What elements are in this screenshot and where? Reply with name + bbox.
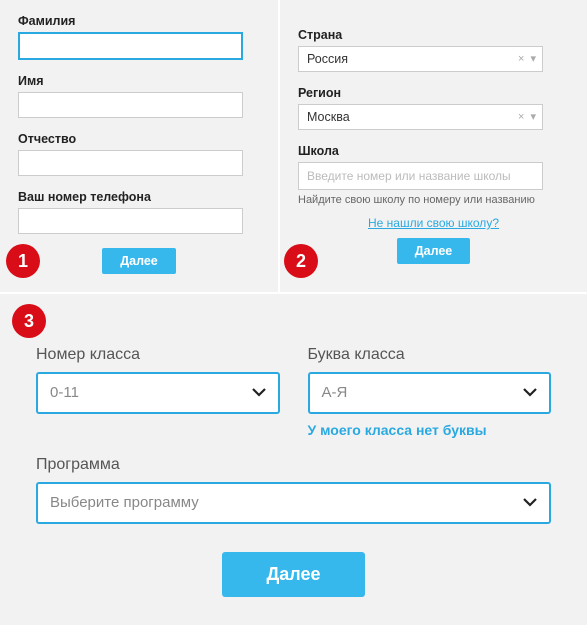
surname-label: Фамилия	[18, 14, 260, 28]
name-label: Имя	[18, 74, 260, 88]
step2-panel: Страна Россия × ▾ Регион Москва × ▾ Школ…	[280, 0, 587, 292]
step2-badge: 2	[284, 244, 318, 278]
clear-icon[interactable]: ×	[518, 105, 524, 129]
program-select[interactable]: Выберите программу	[36, 482, 551, 524]
phone-label: Ваш номер телефона	[18, 190, 260, 204]
chevron-down-icon	[523, 374, 537, 412]
step3-next-button[interactable]: Далее	[222, 552, 364, 597]
country-select[interactable]: Россия × ▾	[298, 46, 543, 72]
class-letter-select[interactable]: А-Я	[308, 372, 552, 414]
region-select[interactable]: Москва × ▾	[298, 104, 543, 130]
country-value: Россия	[307, 52, 348, 66]
program-value: Выберите программу	[50, 494, 199, 511]
country-label: Страна	[298, 28, 569, 42]
patronymic-label: Отчество	[18, 132, 260, 146]
region-value: Москва	[307, 110, 350, 124]
school-label: Школа	[298, 144, 569, 158]
region-label: Регион	[298, 86, 569, 100]
program-label: Программа	[36, 456, 551, 474]
step1-badge: 1	[6, 244, 40, 278]
name-input[interactable]	[18, 92, 243, 118]
school-input[interactable]	[298, 162, 543, 190]
school-not-found-link[interactable]: Не нашли свою школу?	[298, 216, 569, 230]
school-hint: Найдите свою школу по номеру или названи…	[298, 194, 569, 206]
step3-badge: 3	[12, 304, 46, 338]
step1-next-button[interactable]: Далее	[102, 248, 176, 274]
chevron-down-icon	[523, 484, 537, 522]
phone-input[interactable]	[18, 208, 243, 234]
surname-input[interactable]	[18, 32, 243, 60]
step1-panel: Фамилия Имя Отчество Ваш номер телефона …	[0, 0, 280, 292]
class-number-label: Номер класса	[36, 346, 280, 364]
class-letter-value: А-Я	[322, 384, 348, 401]
step2-next-button[interactable]: Далее	[397, 238, 471, 264]
chevron-down-icon	[252, 374, 266, 412]
chevron-down-icon[interactable]: ▾	[530, 105, 536, 129]
step3-panel: 3 Номер класса 0-11 Буква класса А-Я У м…	[0, 292, 587, 625]
class-letter-label: Буква класса	[308, 346, 552, 364]
clear-icon[interactable]: ×	[518, 47, 524, 71]
class-number-value: 0-11	[50, 384, 79, 401]
patronymic-input[interactable]	[18, 150, 243, 176]
chevron-down-icon[interactable]: ▾	[530, 47, 536, 71]
no-letter-link[interactable]: У моего класса нет буквы	[308, 422, 552, 438]
class-number-select[interactable]: 0-11	[36, 372, 280, 414]
